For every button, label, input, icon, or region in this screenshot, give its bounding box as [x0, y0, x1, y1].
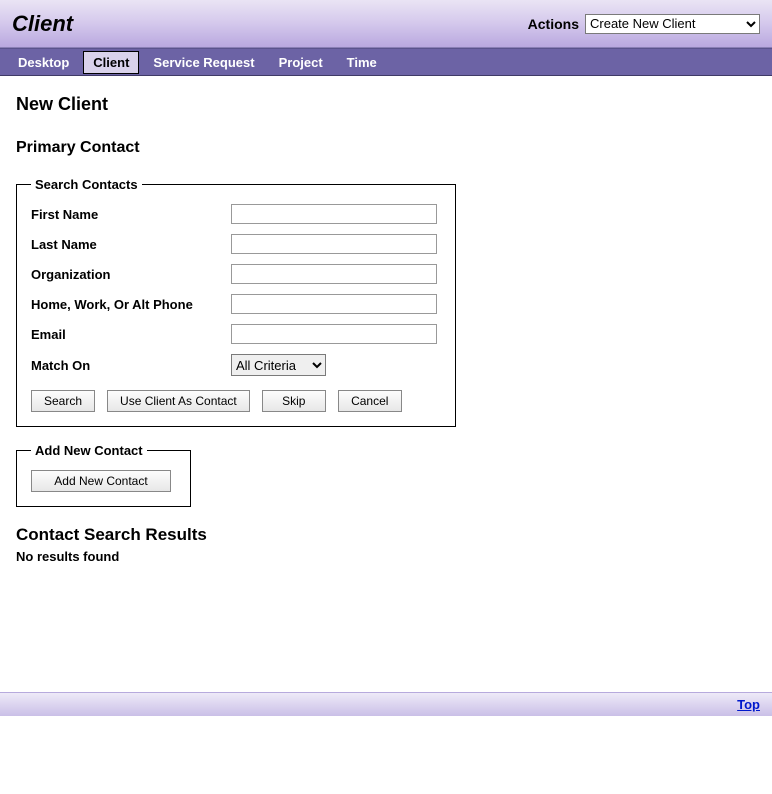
label-organization: Organization	[31, 267, 231, 282]
results-heading: Contact Search Results	[16, 525, 756, 545]
top-link[interactable]: Top	[737, 697, 760, 712]
header-bar: Client Actions Create New Client	[0, 0, 772, 48]
actions-select[interactable]: Create New Client	[585, 14, 760, 34]
label-last-name: Last Name	[31, 237, 231, 252]
use-client-as-contact-button[interactable]: Use Client As Contact	[107, 390, 250, 412]
skip-button[interactable]: Skip	[262, 390, 326, 412]
content-area: New Client Primary Contact Search Contac…	[0, 76, 772, 572]
row-first-name: First Name	[31, 204, 441, 224]
cancel-button[interactable]: Cancel	[338, 390, 402, 412]
primary-contact-heading: Primary Contact	[16, 139, 756, 157]
row-phone: Home, Work, Or Alt Phone	[31, 294, 441, 314]
add-new-contact-button[interactable]: Add New Contact	[31, 470, 171, 492]
nav-bar: Desktop Client Service Request Project T…	[0, 48, 772, 76]
page-title: New Client	[16, 94, 756, 115]
search-button[interactable]: Search	[31, 390, 95, 412]
input-email[interactable]	[231, 324, 437, 344]
nav-desktop[interactable]: Desktop	[8, 51, 79, 74]
nav-client[interactable]: Client	[83, 51, 139, 74]
label-email: Email	[31, 327, 231, 342]
add-new-contact-legend: Add New Contact	[31, 443, 147, 458]
row-organization: Organization	[31, 264, 441, 284]
input-first-name[interactable]	[231, 204, 437, 224]
row-last-name: Last Name	[31, 234, 441, 254]
footer-bar: Top	[0, 692, 772, 716]
no-results-text: No results found	[16, 549, 756, 564]
search-contacts-fieldset: Search Contacts First Name Last Name Org…	[16, 177, 456, 427]
search-button-row: Search Use Client As Contact Skip Cancel	[31, 390, 441, 412]
input-organization[interactable]	[231, 264, 437, 284]
label-match-on: Match On	[31, 358, 231, 373]
row-email: Email	[31, 324, 441, 344]
nav-project[interactable]: Project	[269, 51, 333, 74]
add-new-contact-fieldset: Add New Contact Add New Contact	[16, 443, 191, 507]
input-last-name[interactable]	[231, 234, 437, 254]
label-first-name: First Name	[31, 207, 231, 222]
nav-time[interactable]: Time	[337, 51, 387, 74]
nav-service-request[interactable]: Service Request	[143, 51, 264, 74]
actions-label: Actions	[528, 16, 579, 32]
app-title: Client	[12, 11, 73, 37]
search-contacts-legend: Search Contacts	[31, 177, 142, 192]
actions-wrap: Actions Create New Client	[528, 14, 760, 34]
label-phone: Home, Work, Or Alt Phone	[31, 297, 231, 312]
select-match-on[interactable]: All Criteria	[231, 354, 326, 376]
input-phone[interactable]	[231, 294, 437, 314]
row-match-on: Match On All Criteria	[31, 354, 441, 376]
